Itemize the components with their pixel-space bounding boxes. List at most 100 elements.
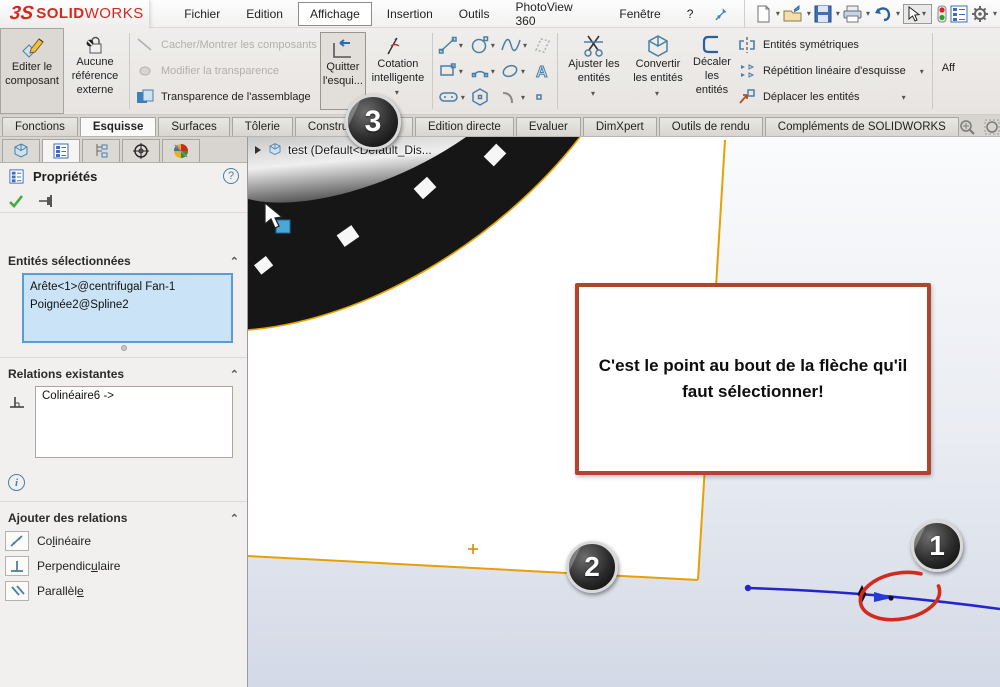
menu-insertion[interactable]: Insertion xyxy=(376,3,444,25)
offset-entities-icon xyxy=(702,35,718,54)
options-list-icon[interactable] xyxy=(950,5,968,23)
convert-entities-button[interactable]: Convertir les entités ▾ xyxy=(627,28,689,114)
appearance-tab[interactable] xyxy=(162,139,200,162)
menu-outils[interactable]: Outils xyxy=(448,3,501,25)
point-tool[interactable] xyxy=(532,87,552,107)
quick-access-toolbar: ▾ ▾ ▾ ▾ ▾ ▾ ▾ xyxy=(743,0,1000,28)
tab-dimxpert[interactable]: DimXpert xyxy=(582,117,657,136)
step-badge-1: 1 xyxy=(911,520,963,572)
arc-tool[interactable]: ▾ xyxy=(470,61,498,81)
slot-tool[interactable]: ▾ xyxy=(438,87,468,107)
mirror-entities[interactable]: Entités symétriques xyxy=(737,32,927,58)
assembly-transparency[interactable]: Transparence de l'assemblage xyxy=(135,86,317,108)
keep-visible-pin-icon[interactable] xyxy=(38,194,56,208)
smart-dimension-icon xyxy=(387,37,400,55)
selected-entities-header[interactable]: Entités sélectionnées ⌃ xyxy=(0,251,247,271)
add-relation-collinear[interactable]: Colinéaire xyxy=(0,528,247,553)
trim-entities-button[interactable]: Ajuster les entités ▾ xyxy=(561,28,627,114)
no-external-reference-button[interactable]: Aucune référence externe xyxy=(64,28,126,114)
tab-esquisse[interactable]: Esquisse xyxy=(79,117,157,136)
spline-tool[interactable]: ▾ xyxy=(500,35,530,55)
relation-item[interactable]: Colinéaire6 -> xyxy=(42,390,226,402)
configuration-tab[interactable] xyxy=(82,139,120,162)
selected-entity-item[interactable]: Poignée2@Spline2 xyxy=(30,296,225,314)
change-transparency-icon xyxy=(139,66,151,76)
trim-entities-icon xyxy=(583,35,603,57)
save-icon[interactable] xyxy=(814,5,832,23)
rectangle-tool[interactable]: ▾ xyxy=(438,61,468,81)
tab-tolerie[interactable]: Tôlerie xyxy=(231,117,293,136)
selected-entities-list[interactable]: Arête<1>@centrifugal Fan-1 Poignée2@Spli… xyxy=(22,273,233,343)
edit-component-button[interactable]: Editer le composant xyxy=(0,28,64,114)
add-relations-header[interactable]: Ajouter des relations ⌃ xyxy=(0,508,247,528)
menu-affichage[interactable]: Affichage xyxy=(297,1,372,26)
zoom-fit-icon[interactable] xyxy=(959,119,976,136)
menu-edition[interactable]: Edition xyxy=(235,3,294,25)
pattern-group: Entités symétriques Répétition linéaire … xyxy=(735,28,929,114)
ok-check-icon[interactable] xyxy=(8,194,24,208)
rebuild-traffic-light-icon[interactable] xyxy=(937,5,947,23)
truncated-ribbon-label: Aff xyxy=(941,62,955,74)
existing-relations-list[interactable]: Colinéaire6 -> xyxy=(35,386,233,458)
polygon-tool[interactable] xyxy=(470,87,498,107)
help-icon[interactable]: ? xyxy=(223,168,239,184)
tab-outils-rendu[interactable]: Outils de rendu xyxy=(658,117,763,136)
tab-surfaces[interactable]: Surfaces xyxy=(158,117,230,136)
spline-target-point[interactable] xyxy=(888,595,894,601)
menu-photoview[interactable]: PhotoView 360 xyxy=(504,0,604,32)
select-cursor-tool[interactable]: ▾ xyxy=(902,3,932,24)
exit-sketch-icon xyxy=(333,39,351,58)
dimxpert-tab[interactable] xyxy=(122,139,160,162)
breadcrumb[interactable]: test (Default<Default_Dis... xyxy=(254,142,432,157)
display-appearance-icon xyxy=(173,144,188,158)
line-tool[interactable]: ▾ xyxy=(438,35,468,55)
zoom-area-icon[interactable] xyxy=(984,119,1000,136)
linear-sketch-pattern[interactable]: Répétition linéaire d'esquisse ▾ xyxy=(737,58,927,84)
pushpin-icon[interactable] xyxy=(714,6,729,22)
menu-fenetre[interactable]: Fenêtre xyxy=(608,3,671,25)
change-transparency: Modifier la transparence xyxy=(135,60,317,82)
collinear-icon xyxy=(5,530,29,551)
tab-edition-directe[interactable]: Edition directe xyxy=(414,117,514,136)
tab-complements[interactable]: Compléments de SOLIDWORKS xyxy=(764,117,959,136)
dimxpert-target-icon xyxy=(133,143,149,159)
move-entities[interactable]: Déplacer les entités ▾ xyxy=(737,84,927,110)
undo-icon[interactable] xyxy=(873,5,892,23)
existing-relations-header[interactable]: Relations existantes ⌃ xyxy=(0,364,247,384)
add-relation-perpendicular[interactable]: Perpendiculaire xyxy=(0,553,247,578)
feature-tree-tab[interactable] xyxy=(2,139,40,162)
tab-fonctions[interactable]: Fonctions xyxy=(2,117,78,136)
hide-show-components: Cacher/Montrer les composants xyxy=(135,34,317,56)
add-relation-parallel[interactable]: Parallèle xyxy=(0,578,247,603)
settings-gear-icon[interactable] xyxy=(971,5,989,23)
mirror-entities-icon xyxy=(739,37,755,53)
spline-endpoint[interactable] xyxy=(744,584,752,592)
menu-fichier[interactable]: Fichier xyxy=(173,3,231,25)
collapse-chevron-icon[interactable]: ⌃ xyxy=(230,368,239,381)
tab-evaluer[interactable]: Evaluer xyxy=(515,117,581,136)
new-document-icon[interactable] xyxy=(755,5,772,23)
assembly-transparency-icon xyxy=(137,89,154,103)
property-manager-tab[interactable] xyxy=(42,139,80,162)
list-resize-grip[interactable] xyxy=(120,345,127,351)
ellipse-tool[interactable]: ▾ xyxy=(500,61,530,81)
panel-actions xyxy=(0,189,247,213)
ds-logo-icon: 3S xyxy=(8,2,35,24)
open-file-icon[interactable] xyxy=(783,4,803,23)
lock-icon xyxy=(86,36,102,54)
move-entities-icon xyxy=(739,89,755,104)
offset-entities-button[interactable]: Décaler les entités xyxy=(689,28,735,114)
fillet-tool[interactable]: ▾ xyxy=(500,87,530,107)
menu-help[interactable]: ? xyxy=(676,3,705,25)
step-badge-2: 2 xyxy=(566,541,618,593)
text-tool[interactable]: A xyxy=(532,61,552,82)
headsup-toolbar xyxy=(959,119,1000,136)
command-tabs: Fonctions Esquisse Surfaces Tôlerie Cons… xyxy=(0,115,1000,137)
tree-expand-arrow-icon[interactable] xyxy=(254,145,262,155)
selected-entity-item[interactable]: Arête<1>@centrifugal Fan-1 xyxy=(30,278,225,296)
collapse-chevron-icon[interactable]: ⌃ xyxy=(230,512,239,525)
properties-icon xyxy=(9,168,24,184)
circle-tool[interactable]: ▾ xyxy=(470,35,498,55)
collapse-chevron-icon[interactable]: ⌃ xyxy=(230,255,239,268)
print-icon[interactable] xyxy=(843,5,862,23)
